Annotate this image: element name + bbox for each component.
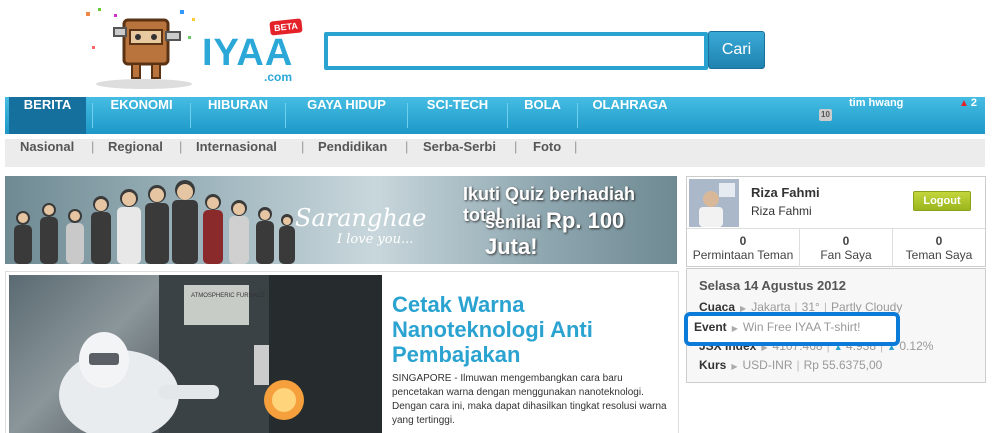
profile-name[interactable]: Riza Fahmi <box>751 185 820 200</box>
featured-article: ATMOSPHERIC FURNACE Cetak Warna Nanotekn… <box>5 271 679 433</box>
kurs-value: Rp 55.6375,00 <box>803 358 883 372</box>
promo-banner[interactable]: Saranghae I love you... Ikuti Quiz berha… <box>5 176 677 264</box>
arrow-right-icon: ▶ <box>731 324 738 333</box>
profile-stats: 0 Permintaan Teman 0 Fan Saya 0 Teman Sa… <box>687 228 985 267</box>
user-level-badge: 10 <box>819 109 832 121</box>
main-nav: BERITA EKONOMI HIBURAN GAYA HIDUP SCI-TE… <box>5 97 985 134</box>
stat-label: Permintaan Teman <box>692 248 794 262</box>
kurs-label: Kurs <box>699 358 727 372</box>
stat-value: 0 <box>935 234 943 248</box>
nav-item-berita[interactable]: BERITA <box>9 97 86 134</box>
nav-item-gaya-hidup[interactable]: GAYA HIDUP <box>286 97 407 134</box>
stat-friend-requests[interactable]: 0 Permintaan Teman <box>687 229 799 267</box>
subnav-divider: | <box>91 139 95 154</box>
divider: | <box>796 358 800 372</box>
user-name-link[interactable]: tim hwang <box>849 97 903 109</box>
subnav-divider: | <box>405 139 409 154</box>
stat-fans[interactable]: 0 Fan Saya <box>800 229 892 267</box>
kurs-pair[interactable]: USD-INR <box>743 358 793 372</box>
event-label: Event <box>694 320 727 334</box>
site-logo[interactable]: IYAA .com BETA <box>84 6 304 90</box>
featured-article-image[interactable]: ATMOSPHERIC FURNACE <box>9 275 382 433</box>
avatar[interactable] <box>689 179 739 227</box>
nav-item-sci-tech[interactable]: SCI-TECH <box>408 97 507 134</box>
stat-value: 0 <box>842 234 850 248</box>
banner-prize-prefix: senilai <box>485 212 547 232</box>
jsx-percent: 0.12% <box>899 339 934 353</box>
logout-button[interactable]: Logout <box>913 191 971 211</box>
stat-friends[interactable]: 0 Teman Saya <box>893 229 985 267</box>
featured-article-title[interactable]: Cetak Warna Nanoteknologi Anti Pembajaka… <box>392 292 672 367</box>
subnav-item-internasional[interactable]: Internasional <box>196 139 277 154</box>
notification-up-arrow-icon: ▲ <box>959 98 969 109</box>
user-profile-panel: Riza Fahmi Riza Fahmi Logout 0 Permintaa… <box>686 176 986 267</box>
stat-value: 0 <box>739 234 747 248</box>
sub-nav: Nasional | Regional | Internasional | Pe… <box>5 139 985 167</box>
subnav-divider: | <box>179 139 183 154</box>
subnav-item-serba-serbi[interactable]: Serba-Serbi <box>423 139 496 154</box>
subnav-divider: | <box>301 139 305 154</box>
nav-item-olahraga[interactable]: OLAHRAGA <box>578 97 682 134</box>
nav-item-ekonomi[interactable]: EKONOMI <box>93 97 190 134</box>
scientist-photo-illustration: ATMOSPHERIC FURNACE <box>59 275 382 433</box>
event-text[interactable]: Win Free IYAA T-shirt! <box>743 320 861 334</box>
furnace-label: ATMOSPHERIC FURNACE <box>191 293 265 299</box>
banner-script-subtitle: I love you... <box>337 232 414 247</box>
event-row: Event ▶ Win Free IYAA T-shirt! <box>694 320 860 334</box>
stat-label: Teman Saya <box>905 248 973 262</box>
subnav-divider: | <box>514 139 518 154</box>
banner-prize: senilai Rp. 100 Juta! <box>485 208 677 260</box>
avatar-photo <box>689 179 739 227</box>
kurs-row: Kurs ▶ USD-INR | Rp 55.6375,00 <box>699 358 882 372</box>
notifications[interactable]: ▲ 2 <box>959 97 977 109</box>
banner-script-title: Saranghae <box>295 204 427 232</box>
featured-article-summary: SINGAPORE - Ilmuwan mengembangkan cara b… <box>392 373 667 426</box>
arrow-right-icon: ▶ <box>731 362 738 371</box>
profile-username: Riza Fahmi <box>751 204 812 218</box>
subnav-item-nasional[interactable]: Nasional <box>20 139 74 154</box>
subnav-item-foto[interactable]: Foto <box>533 139 561 154</box>
subnav-item-pendidikan[interactable]: Pendidikan <box>318 139 387 154</box>
stat-label: Fan Saya <box>820 248 872 262</box>
banner-people-illustration <box>14 180 295 264</box>
logo-domain: .com <box>264 70 293 84</box>
subnav-divider: | <box>574 139 578 154</box>
current-date: Selasa 14 Agustus 2012 <box>699 278 846 293</box>
logo-text: IYAA <box>202 32 294 74</box>
search-input[interactable] <box>324 32 708 70</box>
search-button[interactable]: Cari <box>708 31 765 69</box>
event-row-highlight[interactable]: Event ▶ Win Free IYAA T-shirt! <box>684 312 900 346</box>
subnav-item-regional[interactable]: Regional <box>108 139 163 154</box>
nav-item-bola[interactable]: BOLA <box>508 97 577 134</box>
nav-item-hiburan[interactable]: HIBURAN <box>191 97 285 134</box>
notification-count: 2 <box>970 97 978 109</box>
